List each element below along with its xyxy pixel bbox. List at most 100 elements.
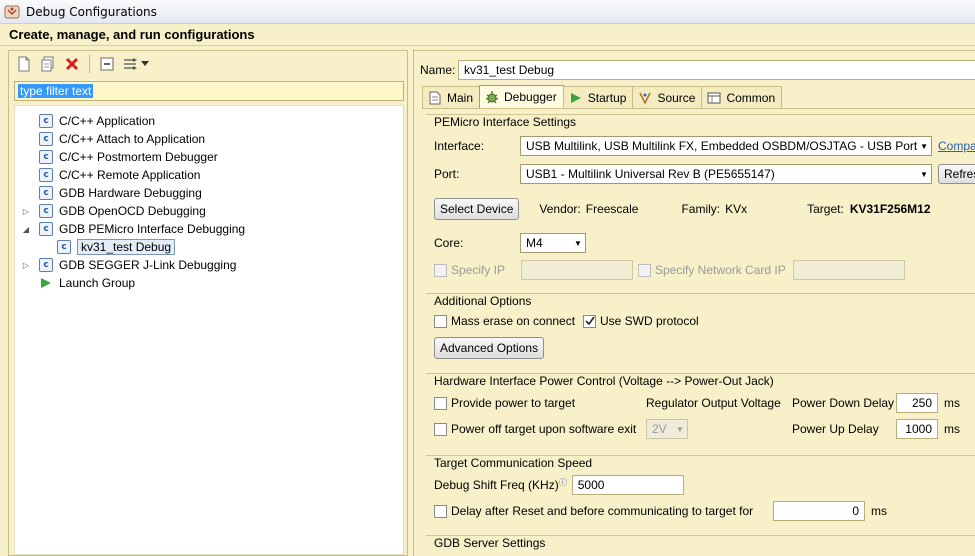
debug-configurations-app-icon (4, 4, 20, 20)
filter-configurations-button[interactable] (120, 53, 152, 75)
additional-options-title: Additional Options (434, 294, 535, 308)
tab-common[interactable]: Common (701, 86, 783, 108)
power-control-group: Hardware Interface Power Control (Voltag… (426, 373, 975, 459)
voltage-value: 2V (652, 422, 667, 436)
port-value: USB1 - Multilink Universal Rev B (PE5655… (526, 167, 775, 181)
tree-item[interactable]: c C/C++ Attach to Application (21, 130, 205, 148)
launch-group-icon (39, 276, 53, 290)
tab-main[interactable]: Main (422, 86, 481, 108)
core-row: Core: M4 ▼ (434, 233, 586, 253)
compatibility-link[interactable]: Compat (938, 139, 975, 153)
reset-delay-label: Delay after Reset and before communicati… (451, 504, 754, 518)
reset-delay-checkbox[interactable] (434, 504, 447, 518)
expand-arrow-icon[interactable]: ▷ (21, 206, 31, 216)
tree-item-label: GDB OpenOCD Debugging (59, 204, 206, 218)
tree-item[interactable]: ◢ c GDB PEMicro Interface Debugging (21, 220, 245, 238)
additional-options-group: Additional Options (426, 293, 975, 379)
info-icon: ⓘ (558, 477, 567, 487)
power-up-delay-label: Power Up Delay (792, 422, 879, 436)
power-off-checkbox[interactable] (434, 422, 447, 436)
window-titlebar: Debug Configurations (0, 0, 975, 24)
provide-power-row: Provide power to target Regulator Output… (434, 393, 960, 413)
voltage-select[interactable]: 2V ▼ (646, 419, 688, 439)
collapse-all-button[interactable] (96, 53, 118, 75)
expand-arrow-icon[interactable]: ▷ (21, 260, 31, 270)
use-swd-label: Use SWD protocol (600, 314, 699, 328)
tree-item-label: GDB SEGGER J-Link Debugging (59, 258, 237, 272)
power-down-delay-input[interactable]: 250 (896, 393, 938, 413)
tab-startup[interactable]: Startup (562, 86, 634, 108)
interface-value: USB Multilink, USB Multilink FX, Embedde… (526, 139, 918, 153)
tree-item[interactable]: c GDB Hardware Debugging (21, 184, 202, 202)
chevron-down-icon: ▼ (574, 238, 582, 248)
tree-item[interactable]: c C/C++ Remote Application (21, 166, 200, 184)
common-tab-icon (707, 91, 721, 105)
duplicate-configuration-button[interactable] (37, 53, 59, 75)
filter-icon (124, 58, 137, 70)
port-select[interactable]: USB1 - Multilink Universal Rev B (PE5655… (520, 164, 932, 184)
select-device-button[interactable]: Select Device (434, 198, 520, 220)
communication-speed-title: Target Communication Speed (434, 456, 596, 470)
tree-item[interactable]: c C/C++ Application (21, 112, 155, 130)
collapse-arrow-icon[interactable]: ◢ (21, 224, 31, 234)
window-title: Debug Configurations (26, 4, 157, 19)
reset-delay-input[interactable]: 0 (773, 501, 865, 521)
core-select[interactable]: M4 ▼ (520, 233, 586, 253)
shift-freq-input[interactable]: 5000 (571, 475, 684, 495)
family-value: KVx (725, 202, 748, 216)
delete-configuration-button[interactable] (61, 53, 83, 75)
chevron-down-icon: ▼ (676, 424, 684, 434)
tree-item-label: GDB PEMicro Interface Debugging (59, 222, 246, 236)
network-card-ip-input[interactable] (793, 260, 905, 280)
power-up-delay-input[interactable]: 1000 (896, 419, 938, 439)
tree-item[interactable]: c C/C++ Postmortem Debugger (21, 148, 218, 166)
c-config-icon: c (39, 114, 53, 128)
configuration-detail-pane: Name: Main Debugger Startup Source (413, 50, 975, 556)
filter-input[interactable]: type filter text (18, 84, 94, 98)
c-config-icon: c (39, 222, 53, 236)
tree-item[interactable]: c kv31_test Debug (39, 238, 176, 256)
ip-address-input[interactable] (521, 260, 633, 280)
provide-power-checkbox[interactable] (434, 396, 447, 410)
configuration-tabs: Main Debugger Startup Source Common (422, 85, 783, 108)
c-config-icon: c (57, 240, 71, 254)
check-icon (584, 316, 595, 326)
name-label: Name: (420, 63, 456, 77)
advanced-options-button[interactable]: Advanced Options (434, 337, 545, 359)
configuration-tree: c C/C++ Application c C/C++ Attach to Appli… (14, 105, 404, 555)
dialog-header: Create, manage, and run configurations (0, 24, 975, 46)
specify-network-card-checkbox[interactable] (638, 263, 651, 277)
shift-freq-row: Debug Shift Freq (KHz) ⓘ 5000 (434, 475, 684, 495)
filter-text-box[interactable]: type filter text (14, 81, 404, 101)
power-off-label: Power off target upon software exit (451, 422, 637, 436)
communication-speed-group: Target Communication Speed (426, 455, 975, 535)
interface-row: Interface: USB Multilink, USB Multilink … (434, 136, 975, 156)
gdb-server-title: GDB Server Settings (434, 536, 549, 550)
new-configuration-button[interactable] (13, 53, 35, 75)
configuration-list-pane: type filter text c C/C++ Application c C/C+… (8, 50, 408, 556)
power-up-unit: ms (944, 422, 960, 436)
refresh-button[interactable]: Refresh (938, 164, 975, 184)
interface-select[interactable]: USB Multilink, USB Multilink FX, Embedde… (520, 136, 932, 156)
tree-item[interactable]: Launch Group (21, 274, 135, 292)
delete-icon (65, 57, 79, 71)
mass-erase-label: Mass erase on connect (451, 314, 576, 328)
tab-source[interactable]: Source (632, 86, 703, 108)
use-swd-checkbox[interactable] (583, 314, 596, 328)
tree-item[interactable]: ▷ c GDB SEGGER J-Link Debugging (21, 256, 236, 274)
tree-item-label: Launch Group (59, 276, 136, 290)
specify-ip-checkbox[interactable] (434, 263, 447, 277)
c-config-icon: c (39, 132, 53, 146)
network-row: Specify IP Specify Network Card IP (434, 260, 905, 280)
tree-item[interactable]: ▷ c GDB OpenOCD Debugging (21, 202, 206, 220)
target-value: KV31F256M12 (849, 202, 931, 216)
tab-debugger[interactable]: Debugger (479, 85, 564, 108)
mass-erase-checkbox[interactable] (434, 314, 447, 328)
interface-label: Interface: (434, 139, 485, 153)
configuration-name-input[interactable] (458, 60, 975, 80)
port-row: Port: USB1 - Multilink Universal Rev B (… (434, 164, 975, 184)
chevron-down-icon: ▼ (920, 169, 928, 179)
